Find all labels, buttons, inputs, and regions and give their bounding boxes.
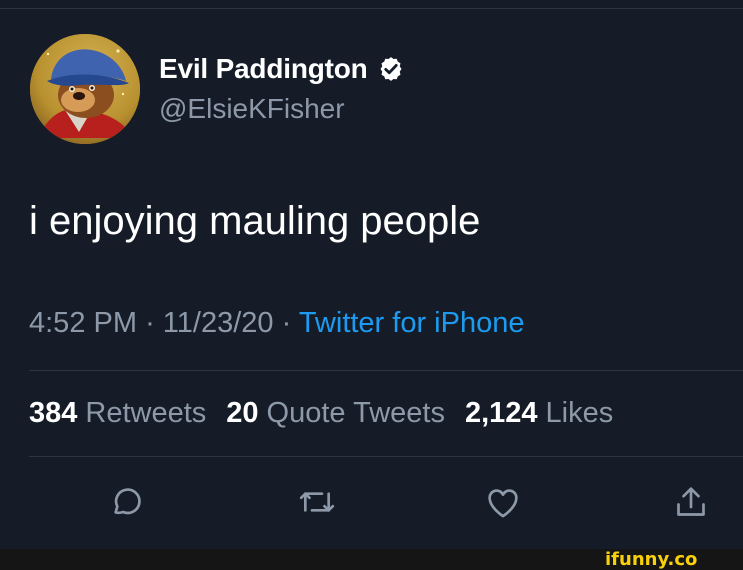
retweets-count: 384 (29, 396, 78, 429)
tweet-time: 4:52 PM (29, 307, 137, 339)
quote-tweets-label: Quote Tweets (266, 396, 445, 429)
quote-tweets-stat[interactable]: 20 Quote Tweets (226, 397, 445, 430)
engagement-stats: 384 Retweets 20 Quote Tweets 2,124 Likes (29, 393, 633, 433)
reply-button[interactable] (103, 478, 151, 526)
avatar[interactable] (30, 34, 140, 144)
watermark-bar: ifunny.co (0, 549, 743, 570)
retweet-button[interactable] (293, 478, 341, 526)
ifunny-watermark: ifunny.co (603, 548, 735, 570)
display-name[interactable]: Evil Paddington (159, 53, 368, 85)
tweet-date: 11/23/20 (162, 307, 274, 339)
stats-bottom-divider (29, 456, 743, 457)
share-icon (677, 487, 705, 516)
retweet-icon (299, 492, 335, 512)
share-button[interactable] (667, 478, 715, 526)
likes-count: 2,124 (464, 396, 538, 429)
retweets-label: Retweets (85, 396, 207, 429)
tweet-metadata: 4:52 PM · 11/23/20 · Twitter for iPhone (29, 305, 524, 341)
tweet-source-link[interactable]: Twitter for iPhone (299, 307, 525, 339)
verified-badge-icon (377, 55, 405, 83)
reply-icon (114, 488, 141, 515)
user-handle[interactable]: @ElsieKFisher (159, 93, 345, 125)
watermark-text: ifunny.co (605, 549, 697, 570)
stats-top-divider (29, 370, 743, 371)
likes-label: Likes (545, 396, 614, 429)
heart-icon (488, 489, 518, 518)
name-row: Evil Paddington (159, 53, 405, 85)
retweets-stat[interactable]: 384 Retweets (29, 397, 206, 430)
quote-tweets-count: 20 (226, 396, 259, 429)
like-button[interactable] (479, 478, 527, 526)
tweet-text: i enjoying mauling people (29, 199, 481, 243)
verified-badge-icon (380, 57, 402, 81)
top-divider (0, 8, 743, 9)
metadata-separator: · (281, 307, 292, 339)
ifunny-watermark-logo: ifunny.co (605, 549, 697, 570)
likes-stat[interactable]: 2,124 Likes (465, 397, 613, 430)
paddington-bear-avatar (30, 34, 140, 144)
tweet-header: Evil Paddington @ElsieKFisher (30, 34, 710, 146)
metadata-separator: · (145, 307, 155, 339)
tweet-actions (0, 478, 743, 526)
